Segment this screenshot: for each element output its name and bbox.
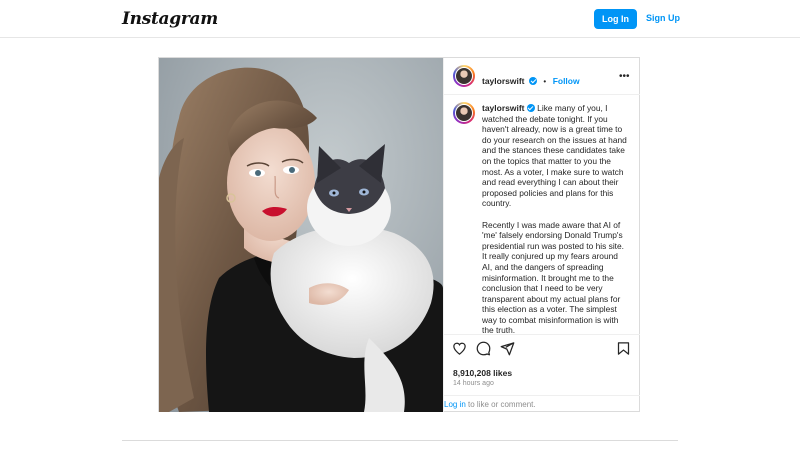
caption-author-avatar-image [455,104,473,122]
top-navigation-bar: Instagram Log In Sign Up [0,0,800,38]
author-username[interactable]: taylorswift [482,76,525,86]
bookmark-icon[interactable] [616,341,631,361]
post-photo[interactable] [159,58,443,412]
footer-divider [122,440,678,441]
post-timestamp[interactable]: 14 hours ago [453,380,494,387]
separator-dot: • [543,77,547,86]
login-prompt-text: to like or comment. [465,400,536,409]
post-header-meta: taylorswift • Follow [482,71,580,89]
log-in-button[interactable]: Log In [594,9,637,29]
caption-scroll-area[interactable]: taylorswift Like many of you, I watched … [444,95,640,333]
verified-badge-icon [528,77,537,85]
heart-icon[interactable] [452,341,467,361]
post-container: taylorswift • Follow ••• taylorswift Lik… [158,57,640,412]
login-link[interactable]: Log in [444,400,466,409]
caption-body: Like many of you, I watched the debate t… [482,103,627,333]
author-avatar[interactable] [453,65,475,87]
follow-button[interactable]: Follow [553,76,580,86]
like-count[interactable]: 8,910,208 likes [453,368,512,378]
post-sidebar: taylorswift • Follow ••• taylorswift Lik… [443,58,640,412]
post-header: taylorswift • Follow ••• [444,58,640,95]
login-prompt: Log in to like or comment. [444,395,640,414]
comment-icon[interactable] [476,341,491,361]
sign-up-link[interactable]: Sign Up [646,13,680,23]
post-caption: taylorswift Like many of you, I watched … [482,103,628,333]
share-icon[interactable] [500,341,515,361]
post-photo-illustration [159,58,443,412]
caption-verified-badge-icon [526,104,535,112]
caption-username[interactable]: taylorswift [482,103,525,113]
author-avatar-image [455,67,473,85]
more-options-icon[interactable]: ••• [619,71,630,82]
caption-author-avatar[interactable] [453,102,475,124]
instagram-logo[interactable]: Instagram [122,9,218,29]
post-actions: 8,910,208 likes 14 hours ago Log in to l… [444,334,640,413]
